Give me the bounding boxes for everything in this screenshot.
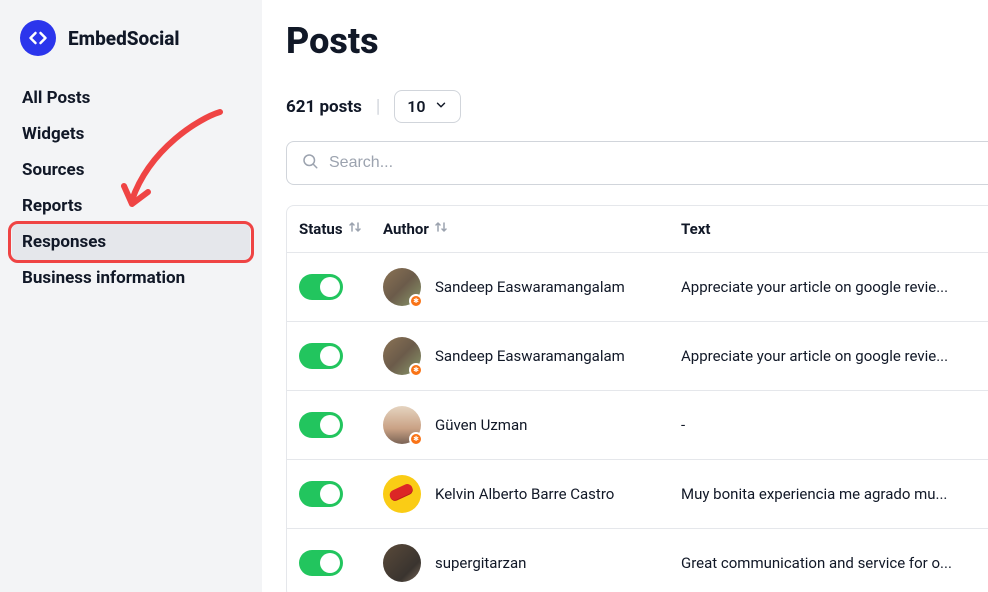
author-name: Sandeep Easwaramangalam [435,278,625,296]
brand-logo-icon [20,20,56,56]
sidebar-item-responses[interactable]: Responses [12,224,250,260]
sidebar-item-reports[interactable]: Reports [12,188,250,224]
table-header: Status Author [287,206,988,253]
table-row[interactable]: Kelvin Alberto Barre Castro Muy bonita e… [287,460,988,529]
avatar-badge-icon [409,294,423,308]
status-toggle[interactable] [299,550,343,576]
status-toggle[interactable] [299,412,343,438]
post-text: Muy bonita experiencia me agrado mu... [681,485,976,503]
sort-icon [435,220,447,238]
sidebar-item-all-posts[interactable]: All Posts [12,80,250,116]
status-toggle[interactable] [299,274,343,300]
brand-block[interactable]: EmbedSocial [12,20,250,72]
col-header-status[interactable]: Status [299,220,383,238]
author-name: supergitarzan [435,554,526,572]
table-row[interactable]: Güven Uzman - [287,391,988,460]
filter-bar: 621 posts | 10 [286,90,988,123]
app-root: EmbedSocial All Posts Widgets Sources Re… [0,0,988,592]
post-count: 621 posts [286,97,362,117]
main-content: Posts 621 posts | 10 [262,0,988,592]
table-row[interactable]: Sandeep Easwaramangalam Appreciate your … [287,253,988,322]
sidebar-item-sources[interactable]: Sources [12,152,250,188]
table-row[interactable]: Sandeep Easwaramangalam Appreciate your … [287,322,988,391]
sidebar-item-business-information[interactable]: Business information [12,260,250,296]
sidebar: EmbedSocial All Posts Widgets Sources Re… [0,0,262,592]
author-name: Kelvin Alberto Barre Castro [435,485,614,503]
table-row[interactable]: supergitarzan Great communication and se… [287,529,988,592]
avatar [383,268,421,306]
chevron-down-icon [434,97,448,116]
author-name: Güven Uzman [435,416,527,434]
avatar [383,475,421,513]
sidebar-nav: All Posts Widgets Sources Reports Respon… [12,80,250,296]
search-box[interactable] [286,141,988,185]
avatar-badge-icon [409,363,423,377]
sort-icon [349,220,361,238]
sidebar-item-widgets[interactable]: Widgets [12,116,250,152]
post-text: Appreciate your article on google revie.… [681,347,976,365]
post-text: - [681,416,976,434]
post-text: Appreciate your article on google revie.… [681,278,976,296]
divider: | [376,96,380,117]
page-size-select[interactable]: 10 [394,90,460,123]
avatar [383,406,421,444]
page-title: Posts [286,20,988,62]
post-text: Great communication and service for o... [681,554,976,572]
col-header-text[interactable]: Text [681,220,976,238]
brand-name: EmbedSocial [68,27,180,50]
posts-table: Status Author [286,205,988,592]
avatar [383,544,421,582]
search-icon [301,152,319,174]
status-toggle[interactable] [299,481,343,507]
author-name: Sandeep Easwaramangalam [435,347,625,365]
avatar [383,337,421,375]
page-size-value: 10 [407,97,425,116]
avatar-badge-icon [409,432,423,446]
search-input[interactable] [329,154,974,172]
status-toggle[interactable] [299,343,343,369]
col-header-author[interactable]: Author [383,220,681,238]
